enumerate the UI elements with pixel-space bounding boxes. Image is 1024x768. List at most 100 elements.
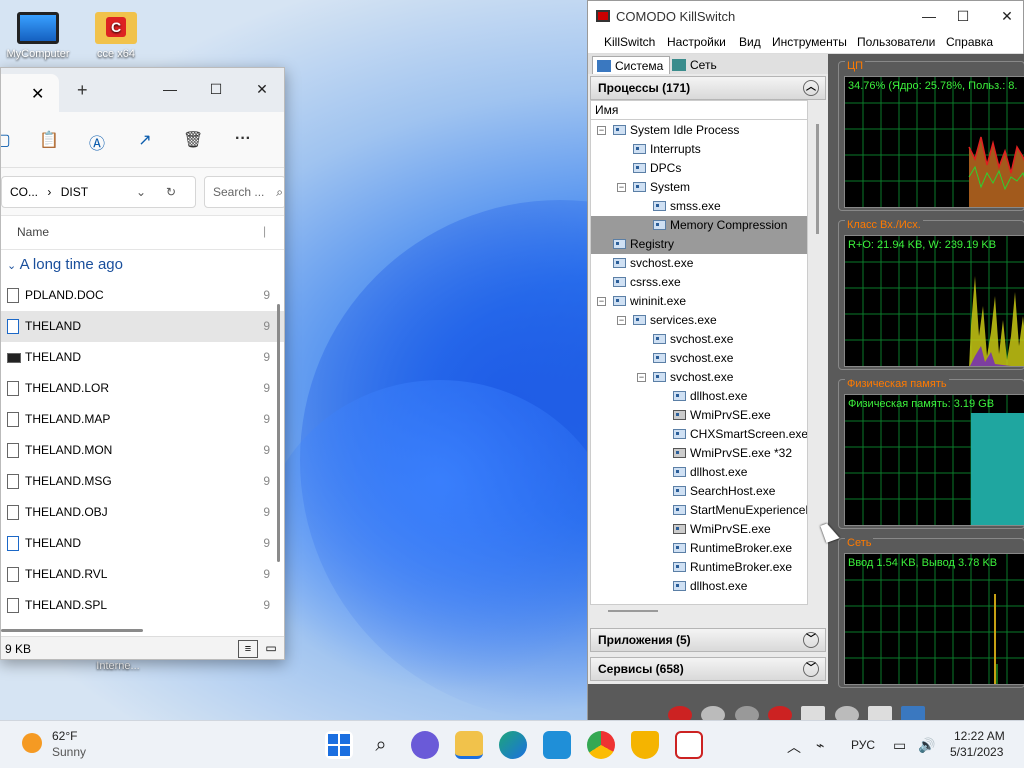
new-tab-icon[interactable]: +: [77, 80, 88, 101]
killswitch-taskbar-icon[interactable]: [675, 731, 703, 759]
address-bar[interactable]: CO... › DIST ⌄ ↻: [1, 176, 196, 208]
collapse-toggle-icon[interactable]: −: [617, 183, 626, 192]
file-row[interactable]: THELAND.OBJ 9: [1, 497, 284, 528]
process-node[interactable]: Registry: [591, 235, 807, 254]
services-section-header[interactable]: Сервисы (658) ﹀: [590, 657, 826, 681]
volume-icon[interactable]: 🔊: [918, 737, 935, 754]
process-node[interactable]: dllhost.exe: [673, 387, 747, 406]
share-icon[interactable]: ↗: [135, 130, 155, 150]
maximize-icon[interactable]: ☐: [193, 74, 239, 104]
tab-network[interactable]: Сеть: [668, 56, 723, 74]
process-node[interactable]: svchost.exe: [613, 254, 693, 273]
start-button[interactable]: [325, 731, 353, 759]
process-node[interactable]: services.exe: [633, 311, 717, 330]
process-node[interactable]: StartMenuExperienceH: [673, 501, 807, 520]
file-row[interactable]: THELAND.MSG 9: [1, 466, 284, 497]
search-input[interactable]: Search ... ⌕: [204, 176, 284, 208]
delete-icon[interactable]: 🗑: [183, 130, 203, 150]
column-divider[interactable]: |: [263, 224, 266, 238]
rename-icon[interactable]: Ⓐ: [87, 130, 107, 153]
process-node[interactable]: WmiPrvSE.exe *32: [673, 444, 792, 463]
store-icon[interactable]: [543, 731, 571, 759]
explorer-tab[interactable]: ✕: [1, 74, 59, 112]
applications-section-header[interactable]: Приложения (5) ﹀: [590, 628, 826, 652]
tiles-view-icon[interactable]: ▭: [263, 640, 279, 658]
weather-temp[interactable]: 62°F: [52, 729, 77, 743]
collapse-toggle-icon[interactable]: −: [597, 126, 606, 135]
process-node[interactable]: WmiPrvSE.exe: [673, 406, 771, 425]
process-node[interactable]: RuntimeBroker.exe: [673, 539, 792, 558]
tree-vertical-scrollbar[interactable]: [816, 124, 819, 234]
chevron-up-icon[interactable]: ︿: [787, 737, 801, 757]
collapse-toggle-icon[interactable]: −: [597, 297, 606, 306]
more-options-icon[interactable]: ···: [233, 130, 253, 150]
sun-icon[interactable]: [22, 733, 42, 753]
file-row[interactable]: THELAND.LOR 9: [1, 373, 284, 404]
new-icon[interactable]: ▢: [1, 130, 13, 150]
collapse-toggle-icon[interactable]: −: [617, 316, 626, 325]
display-icon[interactable]: ▭: [893, 737, 906, 754]
close-tab-icon[interactable]: ✕: [31, 84, 44, 104]
menu-settings[interactable]: Настройки: [667, 35, 726, 49]
chevron-up-icon[interactable]: ︿: [803, 80, 819, 96]
menu-help[interactable]: Справка: [946, 35, 993, 49]
chat-icon[interactable]: [411, 731, 439, 759]
refresh-icon[interactable]: ↻: [166, 177, 176, 207]
breadcrumb-part[interactable]: CO...: [10, 185, 38, 199]
file-row[interactable]: THELAND 9: [1, 311, 284, 342]
search-button[interactable]: ⌕: [367, 731, 395, 759]
shield-icon[interactable]: [631, 731, 659, 759]
file-row[interactable]: THELAND.MAP 9: [1, 404, 284, 435]
vertical-scrollbar[interactable]: [277, 304, 280, 562]
menu-view[interactable]: Вид: [739, 35, 761, 49]
chrome-icon[interactable]: [587, 731, 615, 759]
tree-column-header[interactable]: Имя: [591, 101, 807, 120]
file-row[interactable]: THELAND.SPL 9: [1, 590, 284, 621]
edge-browser-icon[interactable]: [499, 731, 527, 759]
menu-tools[interactable]: Инструменты: [772, 35, 847, 49]
process-node[interactable]: svchost.exe: [653, 330, 733, 349]
clock-time[interactable]: 12:22 AM: [954, 729, 1005, 743]
process-node[interactable]: DPCs: [633, 159, 681, 178]
desktop-icon-cce[interactable]: cce x64: [80, 12, 152, 60]
details-view-icon[interactable]: ≡: [238, 640, 258, 658]
language-indicator[interactable]: РУС: [851, 738, 875, 752]
close-window-icon[interactable]: ✕: [239, 74, 284, 104]
clock-date[interactable]: 5/31/2023: [950, 745, 1003, 759]
tab-system[interactable]: Система: [592, 56, 671, 74]
network-status-icon[interactable]: ⌁: [816, 737, 824, 754]
menu-users[interactable]: Пользователи: [857, 35, 935, 49]
column-header-name[interactable]: Name: [17, 225, 49, 239]
file-row[interactable]: THELAND.MON 9: [1, 435, 284, 466]
horizontal-scrollbar[interactable]: [1, 629, 143, 632]
process-node[interactable]: dllhost.exe: [673, 463, 747, 482]
close-window-icon[interactable]: ✕: [984, 1, 1024, 31]
file-row[interactable]: THELAND.RVL 9: [1, 559, 284, 590]
desktop-icon-internet[interactable]: Interne...: [82, 660, 154, 672]
process-node[interactable]: RuntimeBroker.exe: [673, 558, 792, 577]
file-row[interactable]: THELAND 9: [1, 528, 284, 559]
process-node[interactable]: Interrupts: [633, 140, 701, 159]
chevron-down-icon[interactable]: ﹀: [803, 661, 819, 677]
breadcrumb-part[interactable]: DIST: [61, 185, 88, 199]
weather-desc[interactable]: Sunny: [52, 745, 86, 759]
file-row[interactable]: THELAND 9: [1, 342, 284, 373]
chevron-down-icon[interactable]: ﹀: [803, 632, 819, 648]
file-row[interactable]: PDLAND.DOC 9: [1, 280, 284, 311]
process-node[interactable]: csrss.exe: [613, 273, 681, 292]
chevron-down-icon[interactable]: ⌄: [136, 177, 146, 207]
process-node[interactable]: SearchHost.exe: [673, 482, 775, 501]
process-node[interactable]: WmiPrvSE.exe: [673, 520, 771, 539]
processes-section-header[interactable]: Процессы (171) ︿: [590, 76, 826, 100]
maximize-icon[interactable]: ☐: [940, 1, 986, 31]
process-node[interactable]: wininit.exe: [613, 292, 686, 311]
tree-horizontal-scrollbar[interactable]: [608, 610, 658, 612]
process-node[interactable]: CHXSmartScreen.exe: [673, 425, 807, 444]
process-node[interactable]: smss.exe: [653, 197, 721, 216]
process-node[interactable]: svchost.exe: [653, 368, 733, 387]
process-node[interactable]: dllhost.exe: [673, 577, 747, 596]
menu-killswitch[interactable]: KillSwitch: [604, 35, 655, 49]
process-node[interactable]: svchost.exe: [653, 349, 733, 368]
process-node[interactable]: System Idle Process: [613, 121, 739, 140]
process-node[interactable]: Memory Compression: [591, 216, 807, 235]
